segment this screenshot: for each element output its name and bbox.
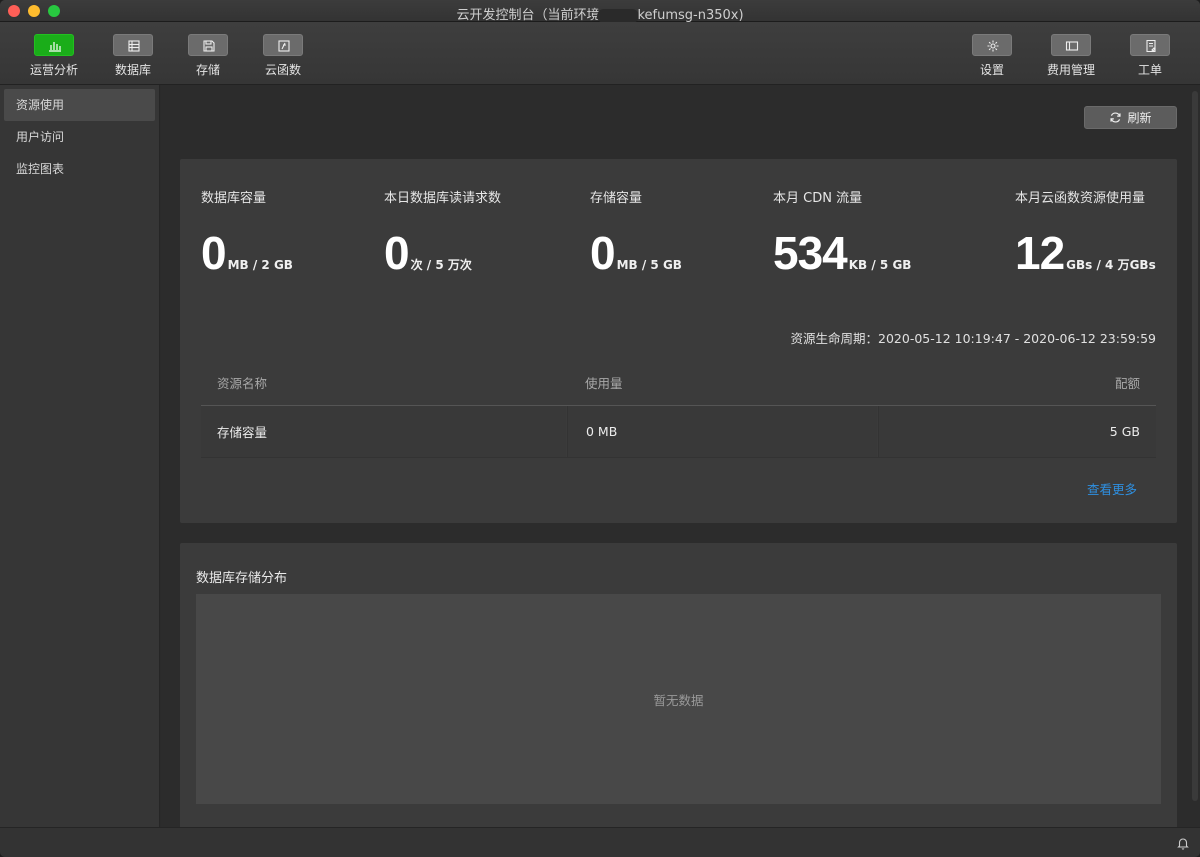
empty-chart-area: 暂无数据 — [196, 594, 1161, 804]
scrollbar[interactable] — [1192, 91, 1198, 801]
status-bar — [0, 827, 1200, 857]
table-header: 资源名称 使用量 配额 — [201, 360, 1156, 406]
table-cell: 0 MB — [567, 406, 877, 457]
stat-value: 0 — [384, 227, 410, 279]
resource-lifecycle: 资源生命周期：2020-05-12 10:19:47 - 2020-06-12 … — [790, 331, 1156, 346]
stat-value: 0 — [201, 227, 227, 279]
section-title: 数据库存储分布 — [196, 571, 288, 586]
toolbar-cloud-functions[interactable]: 云函数 — [253, 34, 313, 78]
toolbar-tickets[interactable]: 工单 — [1120, 34, 1180, 78]
toolbar-settings-label: 设置 — [979, 63, 1004, 77]
stat-label: 数据库容量 — [201, 191, 267, 206]
stat-unit: 次 / 5 万次 — [410, 258, 472, 272]
toolbar-cloud-functions-button[interactable] — [263, 34, 303, 56]
app-window: 云开发控制台（当前环境 kefumsg-n350x) 运营分析 数据库 存储 云… — [0, 0, 1200, 857]
billing-icon — [1065, 41, 1079, 51]
toolbar-analytics[interactable]: 运营分析 — [24, 34, 84, 78]
refresh-button[interactable]: 刷新 — [1084, 106, 1177, 129]
stat-label: 本日数据库读请求数 — [384, 191, 502, 206]
database-icon — [128, 40, 140, 52]
toolbar-storage[interactable]: 存储 — [178, 34, 238, 78]
stat-value: 0 — [590, 227, 616, 279]
stat-storage-capacity: 存储容量 0 MB / 5 GB — [590, 187, 682, 280]
stat-unit: KB / 5 GB — [848, 258, 912, 272]
stat-db-read-requests: 本日数据库读请求数 0次 / 5 万次 — [384, 187, 501, 280]
sidebar: 资源使用 用户访问 监控图表 — [0, 85, 160, 827]
toolbar-tickets-button[interactable] — [1130, 34, 1170, 56]
window-title: 云开发控制台（当前环境 kefumsg-n350x) — [0, 4, 1200, 23]
empty-state-text: 暂无数据 — [653, 692, 704, 708]
stat-cdn-traffic: 本月 CDN 流量 534 KB / 5 GB — [773, 187, 911, 280]
refresh-icon — [1110, 112, 1122, 123]
main-content: 刷新 数据库容量 0 MB / 2 GB 本日数据库读请求数 0次 / 5 万次 … — [161, 85, 1200, 827]
stat-unit: MB / 2 GB — [227, 258, 293, 272]
column-header-usage: 使用量 — [585, 376, 623, 391]
stat-value: 12 — [1015, 227, 1065, 279]
stat-label: 存储容量 — [590, 191, 643, 206]
toolbar-billing-button[interactable] — [1051, 34, 1091, 56]
sidebar-item-resource-usage[interactable]: 资源使用 — [4, 89, 155, 121]
save-icon — [203, 40, 215, 52]
toolbar-billing-label: 费用管理 — [1046, 63, 1095, 77]
sidebar-item-monitoring-charts[interactable]: 监控图表 — [4, 153, 155, 185]
sidebar-item-user-access[interactable]: 用户访问 — [4, 121, 155, 153]
toolbar-database[interactable]: 数据库 — [103, 34, 163, 78]
resource-usage-card: 数据库容量 0 MB / 2 GB 本日数据库读请求数 0次 / 5 万次 存储容… — [180, 159, 1177, 523]
stat-unit: MB / 5 GB — [616, 258, 682, 272]
table-cell: 存储容量 — [201, 406, 566, 457]
gear-icon — [987, 40, 999, 52]
db-storage-distribution-card: 数据库存储分布 暂无数据 — [180, 543, 1177, 827]
toolbar: 运营分析 数据库 存储 云函数 设置 费用管理 工单 — [0, 22, 1200, 85]
table-row: 存储容量 0 MB 5 GB — [201, 406, 1156, 458]
stat-unit: GBs / 4 万GBs — [1066, 258, 1156, 272]
stat-function-usage: 本月云函数资源使用量 12 GBs / 4 万GBs — [1015, 187, 1156, 280]
function-icon — [278, 40, 290, 52]
window-title-prefix: 云开发控制台（当前环境 — [456, 8, 600, 23]
window-title-suffix: kefumsg-n350x) — [637, 8, 744, 23]
toolbar-database-label: 数据库 — [114, 63, 151, 77]
view-more-link[interactable]: 查看更多 — [1087, 479, 1137, 498]
stat-label: 本月云函数资源使用量 — [1015, 191, 1146, 206]
redacted-env-name — [597, 8, 640, 23]
bar-chart-icon — [49, 42, 61, 52]
toolbar-analytics-button[interactable] — [34, 34, 74, 56]
column-header-quota: 配额 — [1114, 376, 1140, 391]
stat-value: 534 — [773, 227, 848, 279]
toolbar-settings-button[interactable] — [972, 34, 1012, 56]
toolbar-storage-label: 存储 — [195, 63, 220, 77]
column-header-name: 资源名称 — [217, 376, 268, 391]
bell-icon[interactable] — [1176, 836, 1190, 850]
toolbar-analytics-label: 运营分析 — [29, 63, 78, 77]
table-cell: 5 GB — [878, 406, 1156, 457]
toolbar-database-button[interactable] — [113, 34, 153, 56]
toolbar-cloud-functions-label: 云函数 — [264, 63, 301, 77]
stat-db-capacity: 数据库容量 0 MB / 2 GB — [201, 187, 293, 280]
toolbar-settings[interactable]: 设置 — [962, 34, 1022, 78]
toolbar-tickets-label: 工单 — [1137, 63, 1162, 77]
ticket-icon — [1146, 39, 1156, 53]
toolbar-billing[interactable]: 费用管理 — [1041, 34, 1101, 78]
stat-label: 本月 CDN 流量 — [773, 191, 863, 206]
refresh-label: 刷新 — [1127, 111, 1152, 125]
toolbar-storage-button[interactable] — [188, 34, 228, 56]
title-bar: 云开发控制台（当前环境 kefumsg-n350x) — [0, 0, 1200, 23]
